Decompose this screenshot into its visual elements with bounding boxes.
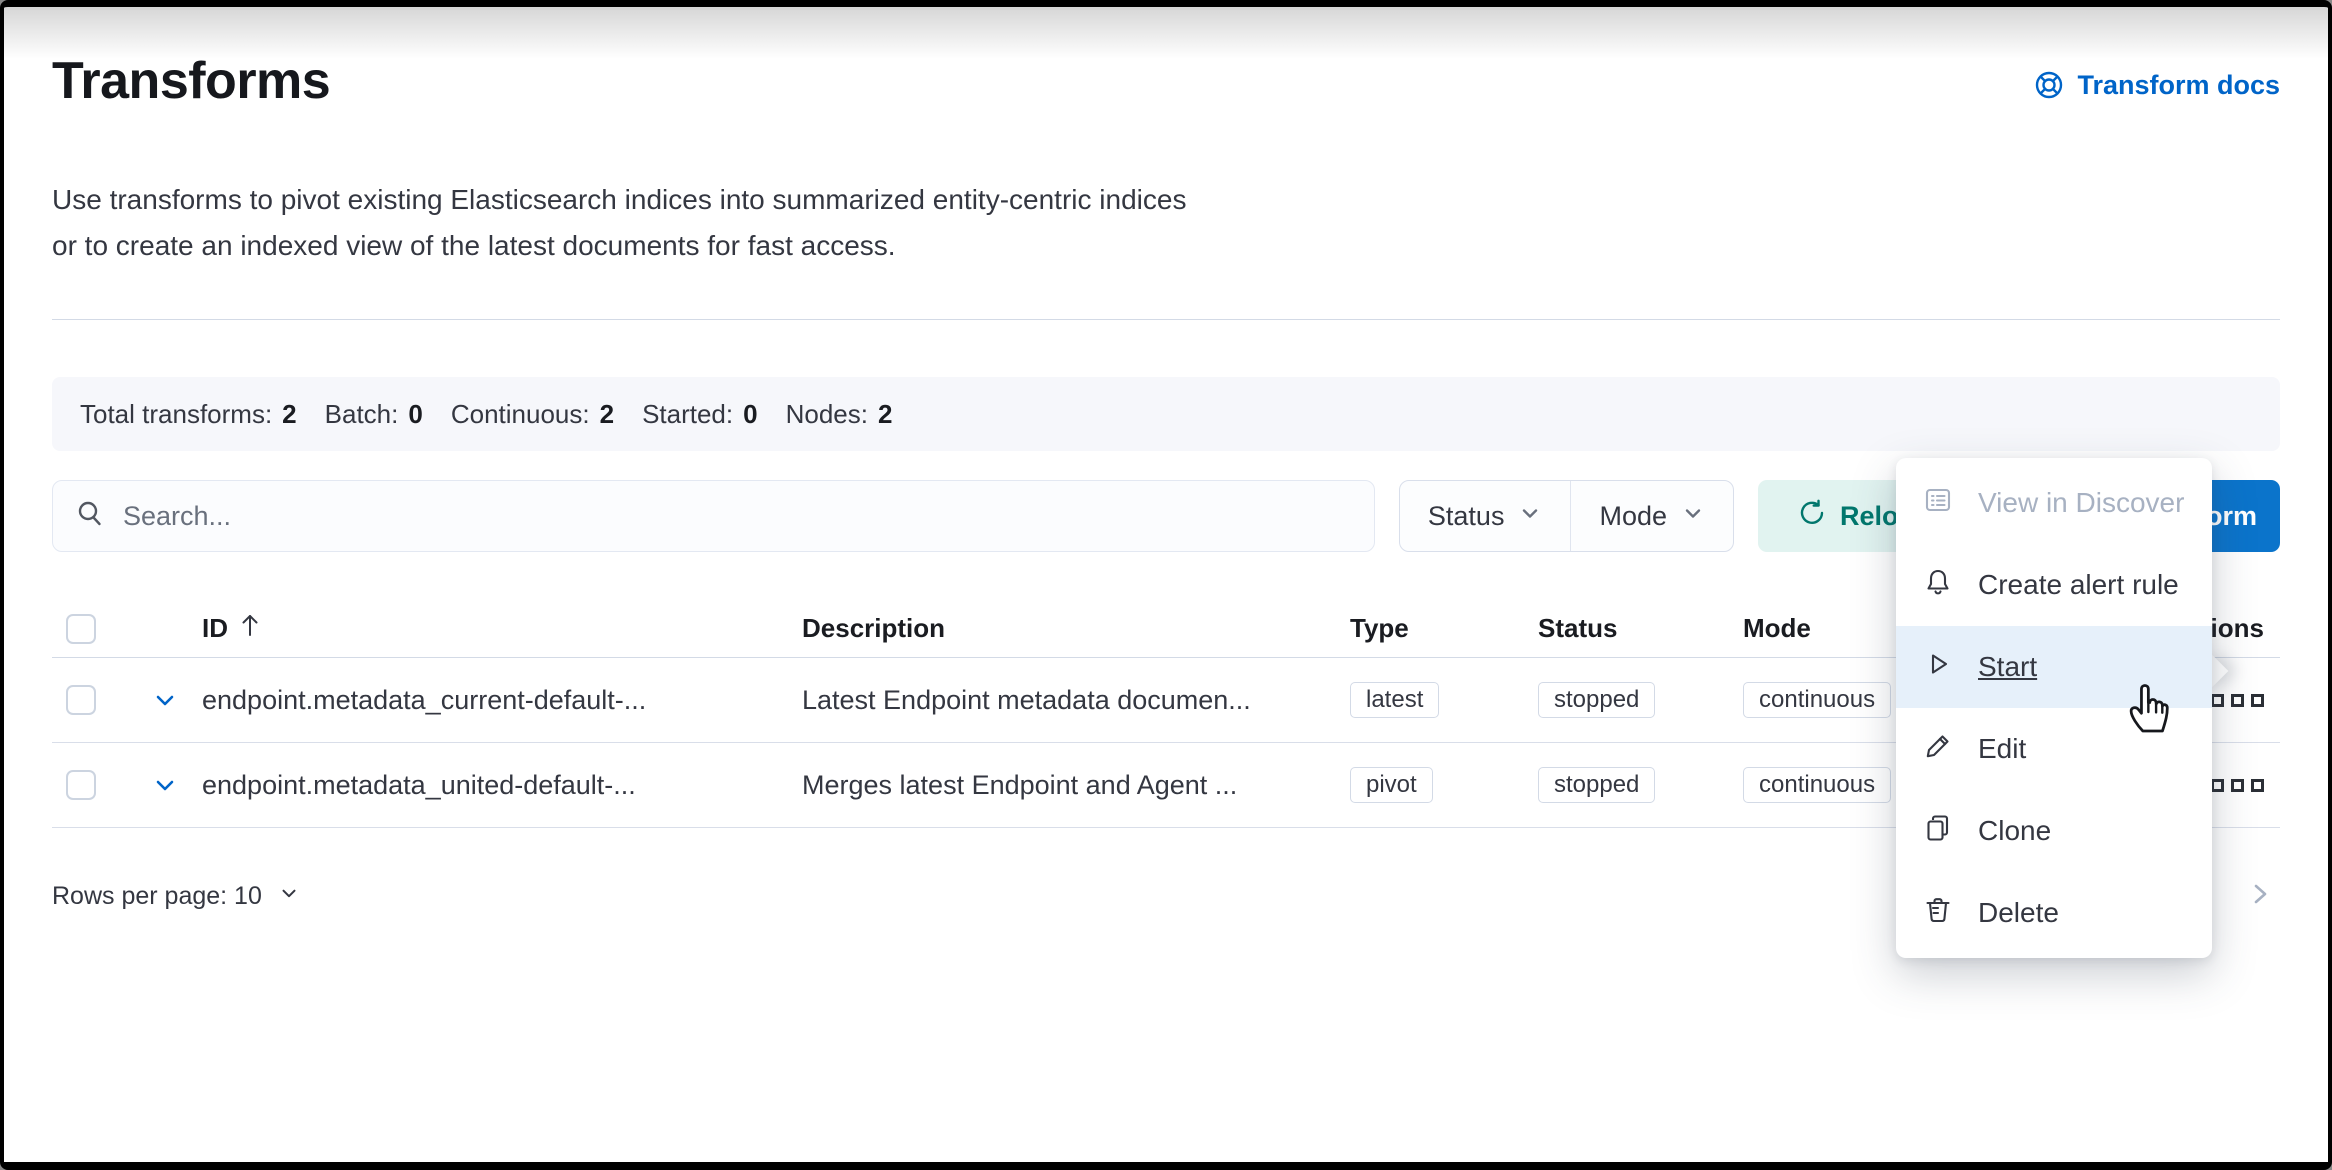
transform-id: endpoint.metadata_current-default-...	[202, 685, 802, 716]
column-header-id[interactable]: ID	[202, 612, 802, 645]
bell-icon	[1922, 566, 1954, 605]
stat-nodes: Nodes:2	[786, 399, 893, 430]
pencil-icon	[1922, 730, 1954, 769]
menu-item-clone[interactable]: Clone	[1896, 790, 2212, 872]
chevron-down-icon	[1681, 501, 1705, 532]
description-line-1: Use transforms to pivot existing Elastic…	[52, 184, 1186, 215]
row-checkbox[interactable]	[66, 685, 96, 715]
type-badge: latest	[1350, 682, 1439, 718]
description-line-2: or to create an indexed view of the late…	[52, 230, 896, 261]
menu-item-delete[interactable]: Delete	[1896, 872, 2212, 954]
menu-item-edit[interactable]: Edit	[1896, 708, 2212, 790]
menu-item-label: View in Discover	[1978, 487, 2184, 519]
discover-icon	[1922, 484, 1954, 523]
search-box	[52, 480, 1375, 552]
stat-continuous: Continuous:2	[451, 399, 614, 430]
column-header-description[interactable]: Description	[802, 613, 1350, 644]
stats-bar: Total transforms:2 Batch:0 Continuous:2 …	[52, 377, 2280, 451]
mode-badge: continuous	[1743, 682, 1891, 718]
play-icon	[1922, 648, 1954, 687]
menu-item-label: Edit	[1978, 733, 2026, 765]
chevron-down-icon	[1518, 501, 1542, 532]
refresh-icon	[1798, 499, 1826, 534]
type-badge: pivot	[1350, 767, 1433, 803]
menu-item-label: Start	[1978, 651, 2037, 683]
search-icon	[75, 499, 105, 534]
column-header-type[interactable]: Type	[1350, 613, 1538, 644]
stat-total: Total transforms:2	[80, 399, 297, 430]
filter-group: Status Mode	[1399, 480, 1734, 552]
select-all-checkbox[interactable]	[66, 614, 96, 644]
stat-batch: Batch:0	[325, 399, 423, 430]
transform-docs-link[interactable]: Transform docs	[2033, 69, 2280, 101]
transform-description: Merges latest Endpoint and Agent ...	[802, 770, 1350, 801]
page-header: Transforms Transform docs	[52, 51, 2280, 111]
chevron-down-icon	[278, 882, 300, 911]
menu-item-label: Clone	[1978, 815, 2051, 847]
row-actions-button[interactable]	[2211, 694, 2264, 707]
popover-panel: View in Discover Create alert rule	[1896, 458, 2212, 958]
page-title: Transforms	[52, 51, 330, 111]
row-actions-button[interactable]	[2211, 779, 2264, 792]
transform-description: Latest Endpoint metadata documen...	[802, 685, 1350, 716]
row-checkbox[interactable]	[66, 770, 96, 800]
next-page-chevron-icon[interactable]	[2246, 880, 2274, 913]
actions-context-menu: View in Discover Create alert rule	[1896, 458, 2212, 958]
status-filter-label: Status	[1428, 501, 1505, 532]
menu-item-start[interactable]: Start	[1896, 626, 2212, 708]
status-badge: stopped	[1538, 682, 1655, 718]
divider	[52, 319, 2280, 320]
stat-started: Started:0	[642, 399, 758, 430]
copy-icon	[1922, 812, 1954, 851]
rows-per-page-label: Rows per page: 10	[52, 882, 262, 911]
menu-item-view-in-discover: View in Discover	[1896, 462, 2212, 544]
expand-row-button[interactable]	[128, 771, 202, 799]
status-filter-button[interactable]: Status	[1400, 481, 1571, 551]
help-lifering-icon	[2033, 69, 2065, 101]
transform-id: endpoint.metadata_united-default-...	[202, 770, 802, 801]
page-description: Use transforms to pivot existing Elastic…	[52, 177, 1552, 269]
app-window: Transforms Transform docs Use transfor	[0, 0, 2332, 1170]
mode-badge: continuous	[1743, 767, 1891, 803]
search-input[interactable]	[123, 501, 1352, 532]
mode-filter-button[interactable]: Mode	[1570, 481, 1733, 551]
sort-ascending-icon	[238, 612, 262, 645]
menu-item-label: Create alert rule	[1978, 569, 2179, 601]
rows-per-page-button[interactable]: Rows per page: 10	[52, 882, 300, 911]
mode-filter-label: Mode	[1599, 501, 1667, 532]
transform-docs-label: Transform docs	[2077, 70, 2280, 101]
menu-item-label: Delete	[1978, 897, 2059, 929]
status-badge: stopped	[1538, 767, 1655, 803]
menu-item-create-alert-rule[interactable]: Create alert rule	[1896, 544, 2212, 626]
expand-row-button[interactable]	[128, 686, 202, 714]
trash-icon	[1922, 894, 1954, 933]
column-header-status[interactable]: Status	[1538, 613, 1743, 644]
